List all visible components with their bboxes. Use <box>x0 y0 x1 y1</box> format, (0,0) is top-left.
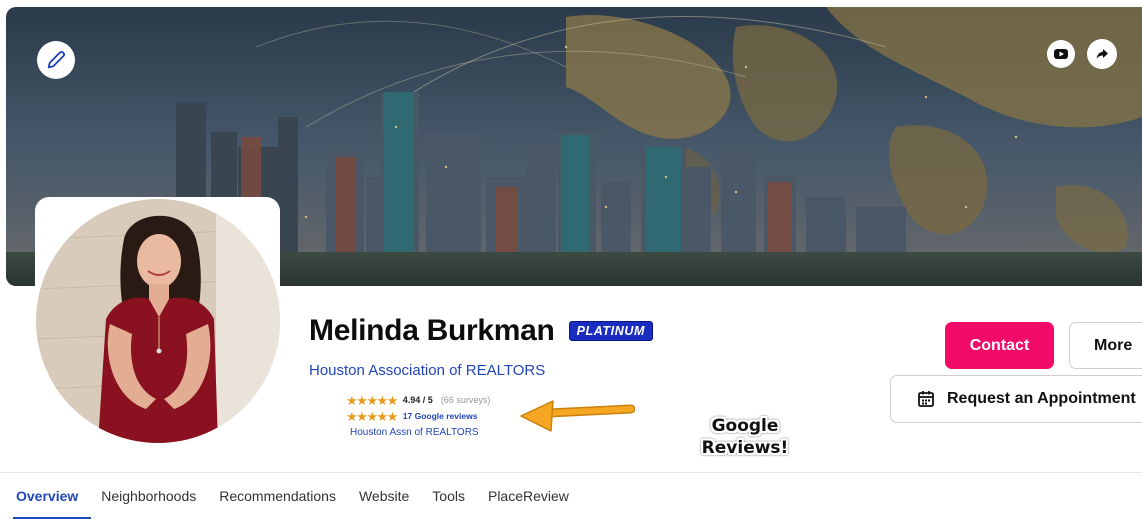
google-reviews-link[interactable]: 17 Google reviews <box>403 411 478 421</box>
youtube-button[interactable] <box>1047 40 1075 68</box>
pencil-icon <box>47 50 66 69</box>
survey-rating-row: ★ ★ ★ ★ ★ 4.94 / 5 (66 surveys) <box>346 392 516 408</box>
more-button[interactable]: More <box>1069 322 1142 369</box>
callout-line-2: Reviews! <box>701 438 789 458</box>
google-rating-row: ★ ★ ★ ★ ★ 17 Google reviews <box>346 408 516 424</box>
callout-line-1: Google <box>711 416 779 436</box>
request-appointment-button[interactable]: Request an Appointment <box>890 375 1142 423</box>
tab-recommendations[interactable]: Recommendations <box>219 488 336 504</box>
tab-placereview[interactable]: PlaceReview <box>488 488 569 504</box>
tab-website[interactable]: Website <box>359 488 409 504</box>
tab-overview[interactable]: Overview <box>12 488 92 519</box>
tabs-divider <box>0 472 1142 473</box>
rating-score: 4.94 / 5 <box>402 395 433 405</box>
google-star-icon: ★ ★ ★ ★ ★ <box>346 408 398 424</box>
tab-tools[interactable]: Tools <box>432 488 465 504</box>
tab-neighborhoods[interactable]: Neighborhoods <box>101 488 196 504</box>
share-arrow-icon <box>1096 49 1108 59</box>
agent-name-row: Melinda Burkman PLATINUM <box>309 314 654 348</box>
agent-name: Melinda Burkman <box>309 314 555 347</box>
agent-photo <box>36 199 280 443</box>
agent-avatar <box>36 199 280 443</box>
request-appointment-label: Request an Appointment <box>947 390 1136 407</box>
agent-profile-page: Melinda Burkman PLATINUM Houston Associa… <box>0 0 1142 519</box>
platinum-badge: PLATINUM <box>568 321 654 341</box>
ratings-block: ★ ★ ★ ★ ★ 4.94 / 5 (66 surveys) ★ ★ ★ ★ ★ 17 Goo… <box>346 392 516 439</box>
google-reviews-callout: Google Reviews! <box>695 415 795 459</box>
survey-count: (66 surveys) <box>440 395 491 405</box>
share-button[interactable] <box>1087 39 1117 69</box>
association-short: Houston Assn of REALTORS <box>350 427 479 438</box>
edit-banner-button[interactable] <box>37 41 75 79</box>
contact-button[interactable]: Contact <box>945 322 1054 369</box>
profile-tabs: Overview Neighborhoods Recommendations W… <box>12 488 592 519</box>
star-rating-icon: ★ ★ ★ ★ ★ <box>346 392 398 408</box>
association-link[interactable]: Houston Association of REALTORS <box>309 362 545 379</box>
annotation-arrow-icon <box>520 400 635 432</box>
youtube-icon <box>1054 49 1068 59</box>
calendar-icon <box>918 391 934 407</box>
